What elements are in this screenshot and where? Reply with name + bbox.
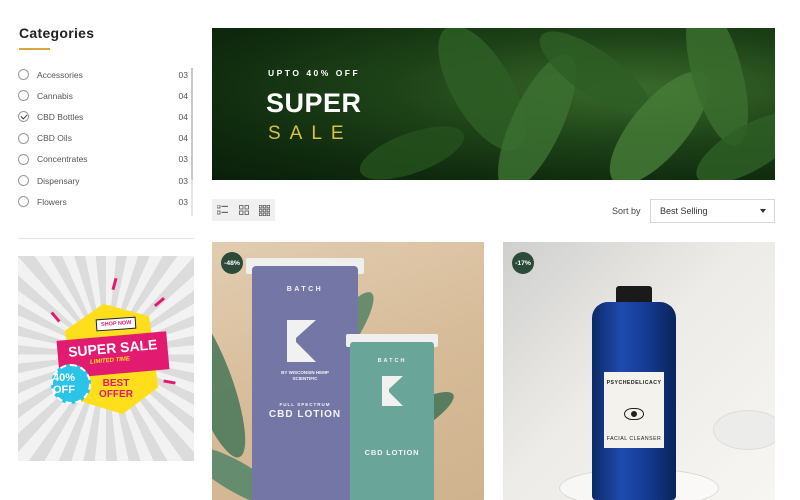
- chevron-down-icon: [760, 209, 766, 213]
- grid-2-icon: [238, 205, 249, 215]
- brand-logo: [287, 320, 296, 362]
- category-count: 03: [178, 154, 188, 165]
- product-maker: BY WISCONSIN HEMP SCIENTIFIC: [281, 370, 329, 381]
- product-brand: BATCH: [286, 286, 324, 293]
- category-label: Cannabis: [37, 90, 73, 101]
- radio-icon[interactable]: [18, 90, 29, 102]
- product-card-facial-cleanser[interactable]: PSYCHEDELICACY FACIAL CLEANSER -17%: [503, 242, 775, 500]
- large-lotion-tube: [252, 266, 358, 500]
- product-name: CBD LOTION: [268, 409, 342, 420]
- discount-badge: -48%: [221, 252, 243, 274]
- sort-selected-value: Best Selling: [660, 206, 708, 216]
- product-type: FULL SPECTRUM: [279, 402, 331, 407]
- list-view-button[interactable]: [212, 199, 233, 221]
- grid-3-icon: [259, 204, 270, 216]
- category-item-dispensary[interactable]: Dispensary 03: [18, 170, 188, 191]
- sidebar: Categories Accessories 03 Cannabis 04 CB…: [0, 0, 200, 500]
- radio-icon[interactable]: [18, 153, 29, 165]
- category-label: CBD Oils: [37, 133, 72, 144]
- category-item-flowers[interactable]: Flowers 03: [18, 191, 188, 212]
- radio-icon[interactable]: [18, 196, 29, 208]
- product-card-cbd-lotion[interactable]: BATCH BY WISCONSIN HEMP SCIENTIFIC FULL …: [212, 242, 484, 500]
- discount-badge: -17%: [512, 252, 534, 274]
- category-label: Flowers: [37, 196, 67, 207]
- category-item-concentrates[interactable]: Concentrates 03: [18, 149, 188, 170]
- category-label: Concentrates: [37, 154, 88, 165]
- spark-decoration: [50, 311, 61, 323]
- sidebar-divider: [18, 238, 194, 239]
- pedestal-decoration: [713, 410, 775, 450]
- categories-title: Categories: [19, 25, 95, 41]
- checked-radio-icon[interactable]: [18, 111, 29, 123]
- category-count: 03: [178, 69, 188, 80]
- category-label: Accessories: [37, 69, 83, 80]
- category-item-cannabis[interactable]: Cannabis 04: [18, 85, 188, 106]
- banner-discount-text: UPTO 40% OFF: [268, 68, 361, 78]
- brand-logo: [382, 376, 389, 406]
- list-view-icon: [217, 205, 228, 215]
- category-count: 03: [178, 175, 188, 186]
- category-item-accessories[interactable]: Accessories 03: [18, 64, 188, 85]
- grid-2-view-button[interactable]: [233, 199, 254, 221]
- promo-banner-super-sale[interactable]: SHOP NOW SUPER SALE LIMITED TIME 40% OFF…: [18, 256, 194, 461]
- spark-decoration: [111, 277, 118, 291]
- grid-3-view-button[interactable]: [254, 199, 275, 221]
- banner-headline: SUPER: [266, 88, 362, 118]
- product-name-small: CBD LOTION: [364, 448, 420, 457]
- category-item-cbd-bottles[interactable]: CBD Bottles 04: [18, 106, 188, 127]
- spark-decoration: [163, 379, 176, 385]
- leaf-decoration: [353, 115, 471, 180]
- product-name: FACIAL CLEANSER: [606, 436, 662, 442]
- category-label: Dispensary: [37, 175, 80, 186]
- sort-select[interactable]: Best Selling: [650, 199, 775, 223]
- sort-label: Sort by: [612, 206, 641, 216]
- product-brand: PSYCHEDELICACY: [606, 380, 662, 386]
- eye-logo-pupil: [631, 411, 637, 417]
- promo-best-offer: BEST OFFER: [99, 378, 133, 400]
- view-toggle-group: [212, 199, 275, 221]
- small-lotion-tube: [350, 342, 434, 500]
- title-underline: [19, 48, 50, 50]
- category-label: CBD Bottles: [37, 111, 84, 122]
- radio-icon[interactable]: [18, 132, 29, 144]
- banner-subheadline: SALE: [268, 123, 353, 144]
- category-count: 03: [178, 196, 188, 207]
- category-scrollbar-thumb[interactable]: [191, 68, 193, 180]
- product-brand-small: BATCH: [377, 358, 407, 364]
- hero-sale-banner[interactable]: UPTO 40% OFF SUPER SALE: [212, 28, 775, 180]
- category-list: Accessories 03 Cannabis 04 CBD Bottles 0…: [18, 64, 188, 221]
- promo-discount-badge: 40% OFF: [51, 364, 91, 404]
- radio-icon[interactable]: [18, 175, 29, 187]
- category-count: 04: [178, 90, 188, 101]
- category-count: 04: [178, 111, 188, 122]
- category-count: 04: [178, 133, 188, 144]
- radio-icon[interactable]: [18, 69, 29, 81]
- category-item-cbd-oils[interactable]: CBD Oils 04: [18, 128, 188, 149]
- spark-decoration: [153, 296, 166, 308]
